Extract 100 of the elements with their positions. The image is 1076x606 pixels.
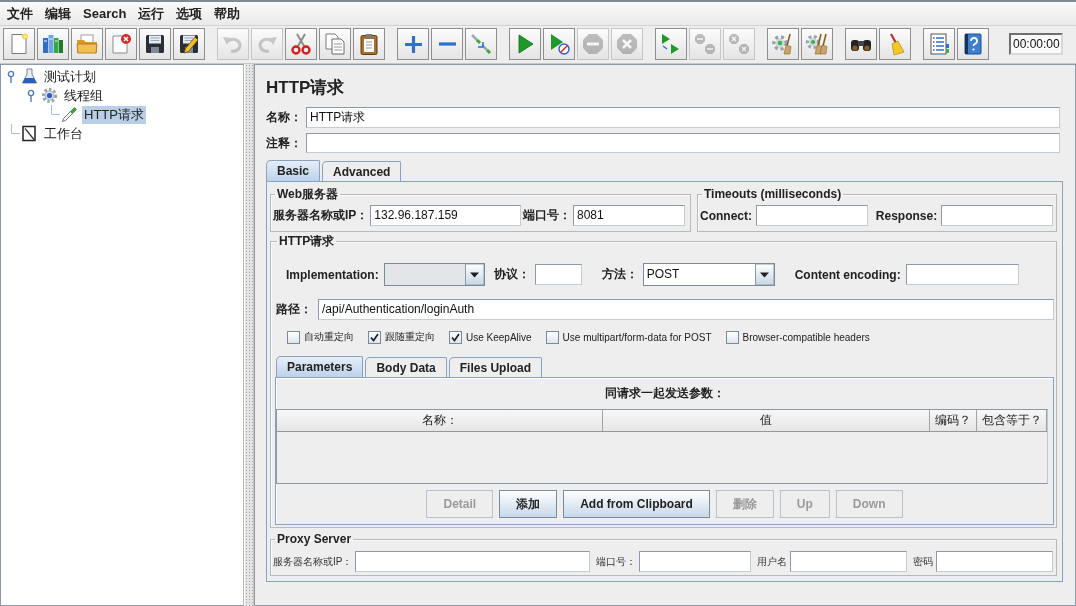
checkbox-label: Browser-compatible headers [742,331,870,343]
menu-item[interactable]: 编辑 [39,3,77,24]
folder-icon [75,32,99,56]
method-dropdown[interactable]: POST [642,263,775,286]
clipboard-icon [357,32,381,56]
checkbox[interactable] [368,330,381,344]
connect-field[interactable] [756,205,868,226]
server-field[interactable]: 132.96.187.159 [370,205,521,226]
panel-title: HTTP请求 [266,77,346,99]
path-label: 路径： [276,301,312,318]
protocol-label: 协议： [493,266,530,283]
comment-label: 注释： [266,134,302,152]
content-encoding-field[interactable] [905,264,1019,285]
checkmark-icon [370,332,379,342]
group-title: Proxy Server [276,532,353,546]
group-title: Web服务器 [276,187,340,201]
tree-item[interactable]: 线程组 [62,86,105,105]
dropdown-arrow-icon [754,264,774,285]
port-field[interactable]: 8081 [573,205,685,226]
notepad-icon [21,125,38,142]
response-field[interactable] [941,205,1053,226]
checkbox-label: Use KeepAlive [466,331,532,343]
tab[interactable]: Parameters [276,356,364,377]
path-field[interactable]: /api/Authentication/loginAuth [318,299,1054,320]
proxy-label: 用户名 [757,554,787,569]
content-encoding-label: Content encoding: [794,267,901,282]
help-book-icon [961,32,985,56]
menu-item[interactable]: 帮助 [208,3,247,24]
tab[interactable]: Body Data [365,357,447,377]
implementation-label: Implementation: [286,267,379,282]
table-action-button[interactable]: Add from Clipboard [563,490,710,518]
pipette-icon [61,106,78,123]
plus-icon [403,34,423,54]
checkbox[interactable] [287,330,300,344]
toolbar-button[interactable] [353,28,385,60]
proxy-field[interactable] [355,551,590,572]
checkbox[interactable] [449,330,462,344]
books-icon [41,32,65,56]
group-title: Timeouts (milliseconds) [703,187,843,201]
column-header[interactable]: 值 [603,410,930,431]
column-header[interactable]: 包含等于？ [977,410,1047,431]
proxy-field[interactable] [639,551,751,572]
comment-field[interactable] [306,133,1060,153]
checkbox[interactable] [545,330,559,344]
copy-icon [323,32,347,56]
method-label: 方法： [601,266,638,283]
response-label: Response: [875,208,938,223]
gear-broom-icon [771,32,795,56]
page-with-x-icon [109,32,133,56]
proxy-field[interactable] [936,551,1053,572]
tab[interactable]: Basic [266,160,321,181]
checkmark-icon [451,332,460,342]
proxy-field[interactable] [790,551,907,572]
name-field[interactable]: HTTP请求 [306,107,1060,128]
tab[interactable]: Files Upload [448,357,543,377]
octagon-x-icon [615,32,639,56]
tree-item[interactable]: 测试计划 [42,67,98,86]
tree-item[interactable]: 工作台 [42,124,85,143]
pipettes-icon [469,32,493,56]
checkbox-label: 跟随重定向 [385,330,435,344]
menu-item[interactable]: Search [77,3,133,24]
name-label: 名称： [266,109,302,126]
double-stop-sign-icon [693,32,717,56]
tree-connector-line [11,124,20,134]
dropdown-arrow-icon [464,264,484,285]
double-octagon-x-icon [727,32,751,56]
server-label: 服务器名称或IP： [273,207,369,224]
toolbar-button[interactable] [139,28,171,60]
toolbar-button[interactable] [173,28,205,60]
tree-connector-line [51,105,60,115]
proxy-label: 端口号： [596,554,636,569]
minus-icon [438,42,456,46]
gear-icon [41,87,58,104]
menu-item[interactable]: 选项 [170,3,209,24]
gear-brooms-icon [805,32,829,56]
flask-icon [21,68,38,85]
menu-item[interactable]: 运行 [132,3,171,24]
stop-sign-icon [581,32,605,56]
proxy-label: 服务器名称或IP： [273,554,353,569]
list-icon [927,32,951,56]
group-title: HTTP请求 [278,234,336,248]
tab[interactable]: Advanced [322,161,402,181]
floppy-pencil-icon [177,32,201,56]
proxy-label: 密码 [913,554,933,569]
timer-display: 00:00:00 [1009,33,1063,55]
menu-item[interactable]: 文件 [1,3,39,24]
tree-item[interactable]: HTTP请求 [82,105,146,124]
column-header[interactable]: 编码？ [930,410,977,431]
port-label: 端口号： [523,207,571,224]
checkbox-label: Use multipart/form-data for POST [562,331,712,343]
toolbar-button[interactable] [957,28,989,60]
toolbar-button[interactable] [845,28,877,60]
checkbox[interactable] [725,330,739,344]
parameters-title: 同请求一起发送参数： [604,385,725,402]
column-header[interactable]: 名称： [277,410,603,431]
connect-label: Connect: [700,208,752,223]
table-action-button[interactable]: 添加 [499,490,558,518]
checkbox-label: 自动重定向 [304,330,354,344]
scissors-icon [289,32,313,56]
protocol-field[interactable] [534,264,582,285]
